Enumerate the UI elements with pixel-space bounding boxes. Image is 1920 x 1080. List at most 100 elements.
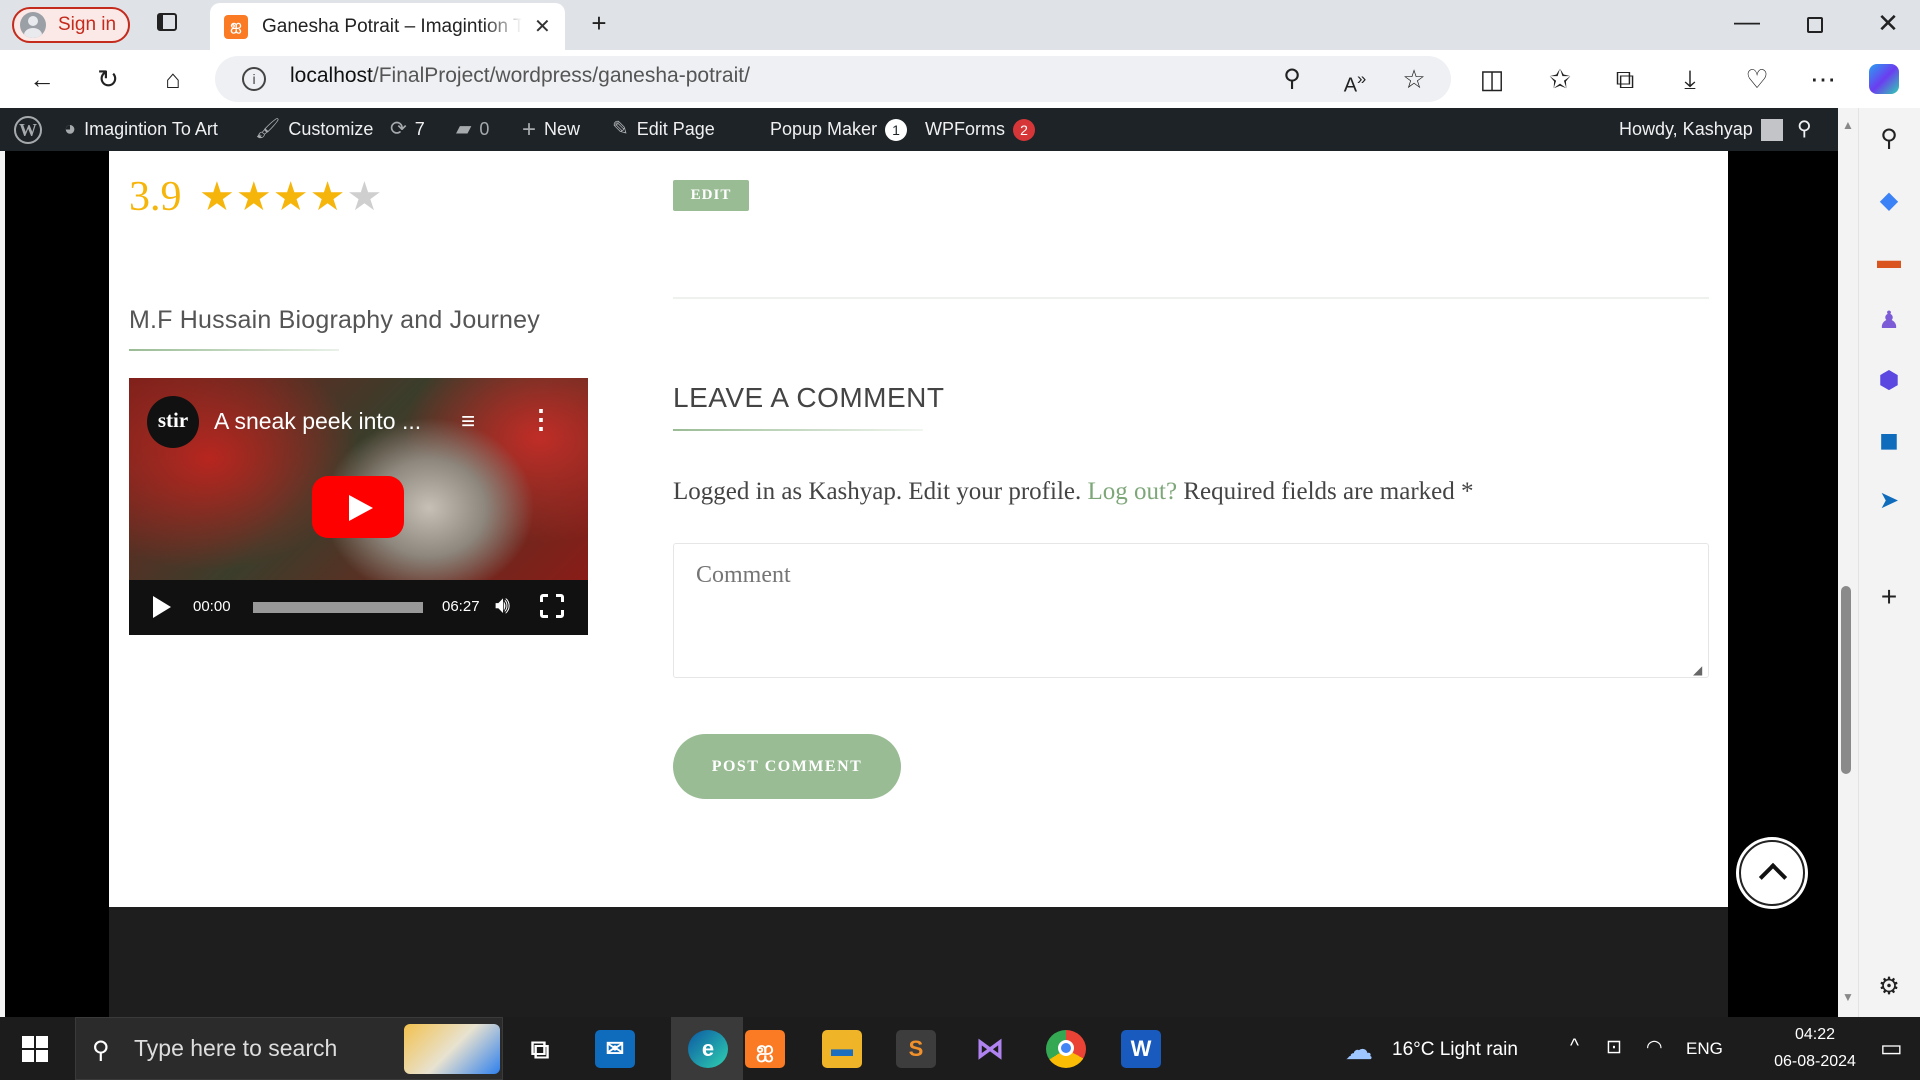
playlist-icon[interactable]: ≡ [461,408,475,436]
network-icon[interactable]: ⊡ [1606,1036,1622,1059]
edge-app-icon[interactable]: e [688,1030,728,1068]
post-comment-button[interactable]: POST COMMENT [673,734,901,799]
wp-popup-maker[interactable]: Popup Maker 1 [770,108,908,151]
star-icon: ★ [199,175,236,219]
sublime-text-icon[interactable]: S [896,1030,936,1068]
current-time: 00:00 [193,598,231,615]
dashboard-icon: ◕ [64,118,77,140]
play-icon[interactable] [153,596,171,618]
logout-link[interactable]: Log out? [1088,478,1178,505]
close-window-icon[interactable]: ✕ [1873,8,1903,39]
divider [673,297,1709,299]
progress-track[interactable] [253,602,423,613]
weather-cloud-icon: ☁ [1345,1034,1373,1065]
favorite-star-icon[interactable]: ☆ [1394,50,1434,108]
star-icon: ★ [235,175,273,219]
page-scrollbar[interactable] [1838,108,1858,1017]
xampp-app-icon[interactable]: ஐ [745,1030,785,1068]
task-view-icon[interactable]: ⧉ [520,1030,560,1068]
sidebar-settings-icon[interactable]: ⚙ [1872,970,1906,1004]
sidebar-copilot-icon[interactable]: ⬢ [1872,364,1906,398]
browser-essentials-icon[interactable]: ♡ [1737,50,1777,108]
wp-logo-icon[interactable]: W [14,108,42,151]
xampp-favicon-icon: ஐ [224,14,248,39]
back-icon[interactable]: ← [22,50,62,108]
new-tab-icon[interactable]: + [584,8,614,39]
youtube-video-player[interactable]: stir A sneak peek into ... ≡ ⋮ 00:00 06:… [129,378,588,635]
video-section-heading: M.F Hussain Biography and Journey [129,306,540,334]
video-title[interactable]: A sneak peek into ... [214,408,421,435]
mail-app-icon[interactable]: ✉ [595,1030,635,1068]
download-icon[interactable]: ⤓ [1670,50,1710,108]
zoom-icon[interactable]: ⚲ [1272,50,1312,108]
wp-wpforms[interactable]: WPForms 2 [925,108,1035,151]
site-info-icon[interactable]: i [242,67,266,91]
scroll-thumb[interactable] [1841,586,1851,774]
visual-studio-icon[interactable]: ⋈ [970,1030,1010,1068]
scroll-down-icon[interactable]: ▼ [1838,990,1858,1004]
clock-date[interactable]: 06-08-2024 [1760,1053,1870,1071]
weather-text[interactable]: 16°C Light rain [1392,1039,1518,1061]
tab-close-icon[interactable]: ✕ [534,14,551,39]
read-aloud-icon[interactable]: A» [1335,50,1375,115]
split-screen-icon[interactable]: ◫ [1472,50,1512,108]
chrome-app-icon[interactable] [1046,1030,1086,1068]
scroll-to-top-button[interactable] [1739,840,1805,906]
wp-account[interactable]: Howdy, Kashyap [1619,108,1783,151]
user-avatar [1760,118,1783,141]
wifi-icon[interactable]: ◠ [1646,1036,1663,1059]
copilot-icon[interactable] [1869,64,1899,94]
refresh-icon[interactable]: ↻ [88,50,128,108]
wp-search-icon[interactable]: ⚲ [1797,108,1812,151]
notifications-icon[interactable]: ▭ [1880,1034,1903,1063]
sidebar-outlook-icon[interactable]: ◼ [1872,424,1906,458]
video-controls: 00:00 06:27 🔊︎ [129,580,588,635]
sidebar-shopping-tag-icon[interactable]: ◆ [1872,184,1906,218]
sidebar-add-icon[interactable]: + [1872,580,1906,614]
fullscreen-icon[interactable] [538,592,566,620]
wp-updates[interactable]: ⟳ 7 [390,108,425,151]
star-icon: ★ [309,175,347,219]
volume-icon[interactable]: 🔊︎ [495,592,510,620]
wp-edit-page[interactable]: ✎ Edit Page [612,108,715,151]
wp-comments[interactable]: ▰ 0 [456,108,489,151]
wp-site-name[interactable]: ◕ Imagintion To Art [64,108,218,151]
tray-chevron-icon[interactable]: ^ [1570,1036,1579,1058]
language-indicator[interactable]: ENG [1686,1039,1723,1059]
video-more-icon[interactable]: ⋮ [528,404,554,435]
restore-icon[interactable] [1807,17,1823,33]
more-menu-icon[interactable]: ⋯ [1803,50,1843,108]
resize-grip-icon[interactable]: ◢ [1693,663,1702,677]
sidebar-tools-icon[interactable]: ▬ [1872,244,1906,278]
pencil-icon: ✎ [612,118,629,140]
heading-underline [673,429,923,431]
browser-tab-strip: Sign in ஐ Ganesha Potrait – Imagintion T… [0,0,1920,50]
collections-icon[interactable]: ⧉ [1605,50,1645,108]
comment-bubble-icon: ▰ [456,118,472,140]
sidebar-send-icon[interactable]: ➤ [1872,484,1906,518]
wpforms-badge: 2 [1013,118,1035,141]
star-icon: ★ [272,175,310,219]
home-icon[interactable]: ⌂ [153,50,193,108]
favorites-icon[interactable]: ✩ [1540,50,1580,108]
file-explorer-icon[interactable]: ▬ [822,1030,862,1068]
sidebar-search-icon[interactable]: ⚲ [1872,122,1906,156]
tab-actions-icon[interactable] [150,10,184,40]
scroll-up-icon[interactable]: ▲ [1838,118,1858,132]
tab-active[interactable]: ஐ Ganesha Potrait – Imagintion To Art ✕ [210,3,565,50]
wp-new[interactable]: + New [522,108,580,151]
sidebar-games-icon[interactable]: ♟ [1872,304,1906,338]
word-app-icon[interactable]: W [1121,1030,1161,1068]
channel-logo[interactable]: stir [147,396,199,448]
windows-start-icon[interactable] [22,1036,48,1062]
edit-button[interactable]: EDIT [673,180,749,211]
wp-customize[interactable]: 🖌 Customize [255,108,373,151]
clock-time[interactable]: 04:22 [1760,1026,1870,1044]
comment-textarea[interactable] [673,543,1709,678]
profile-icon [20,12,46,38]
youtube-play-button[interactable] [312,476,404,538]
popup-maker-badge: 1 [885,118,908,141]
sign-in-label: Sign in [58,14,117,35]
sign-in-button[interactable]: Sign in [12,7,130,43]
minimize-icon[interactable]: — [1732,6,1762,37]
